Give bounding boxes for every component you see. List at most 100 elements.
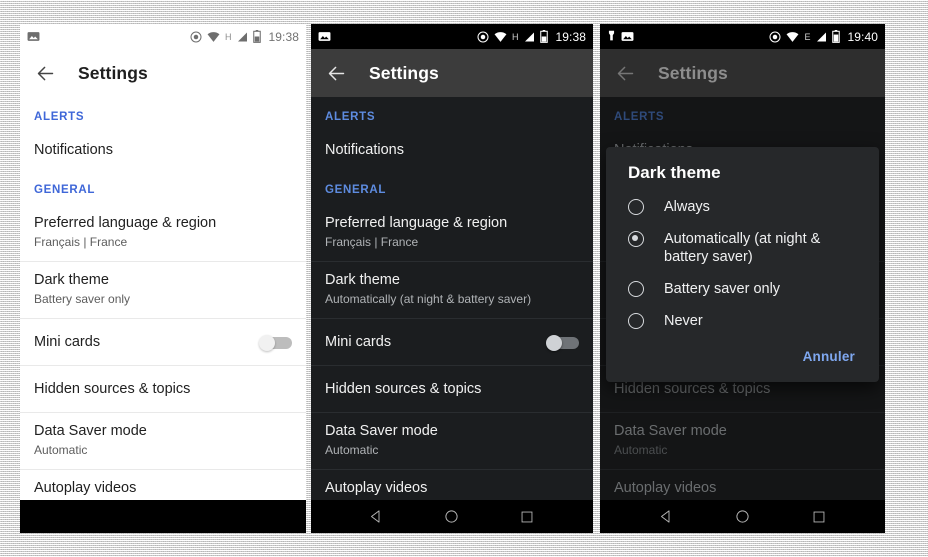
wifi-icon [494,31,507,43]
row-subtitle: Français | France [325,235,419,249]
row-subtitle: Automatically (at night & battery saver) [325,292,532,306]
status-bar-right-icons: H 19:38 [190,30,299,44]
section-header-alerts: ALERTS [34,111,85,123]
radio-icon[interactable] [628,313,644,329]
toggle-thumb [546,334,562,351]
toggle-thumb [259,334,275,351]
row-subtitle: Battery saver only [34,292,131,306]
back-arrow-icon[interactable] [323,60,349,86]
app-bar: Settings [311,49,593,97]
section-header-general: GENERAL [34,184,96,196]
row-title: Autoplay videos [34,480,137,496]
list-item[interactable]: Preferred language & region Français | F… [311,205,593,261]
system-nav-bar [20,500,306,533]
row-title: Hidden sources & topics [325,381,482,397]
list-item[interactable]: Mini cards [311,318,593,365]
nav-home-icon[interactable] [731,506,753,528]
page-title: Settings [658,62,728,83]
target-dot-icon [477,31,489,43]
list-item[interactable]: Hidden sources & topics [311,365,593,412]
target-dot-icon [190,31,202,43]
status-bar-clock: 19:38 [555,29,586,44]
row-title: Hidden sources & topics [614,381,771,397]
row-title: Autoplay videos [325,480,428,496]
phone-screenshot-dark: H 19:38 Settings ALERTS Notifications GE… [311,24,593,533]
signal-bars-icon [523,31,535,43]
row-title: Data Saver mode [614,423,727,439]
list-item[interactable]: Dark theme Battery saver only [20,261,306,318]
system-nav-bar [311,500,593,533]
mini-cards-toggle[interactable] [546,334,579,351]
nav-back-icon[interactable] [366,506,388,528]
mini-cards-toggle[interactable] [259,334,292,351]
page-title: Settings [369,62,439,83]
app-bar: Settings [20,49,306,97]
list-item[interactable]: Notifications [311,132,593,170]
radio-label: Never [664,313,703,329]
list-item[interactable]: Mini cards [20,318,306,365]
radio-icon[interactable] [628,199,644,215]
row-title: Preferred language & region [34,215,217,231]
dark-theme-dialog: Dark theme Always Automatically (at nigh… [606,147,879,382]
row-title: Mini cards [325,334,392,350]
row-title: Dark theme [34,272,109,288]
settings-list: ALERTS Notifications GENERAL Preferred l… [20,97,306,526]
back-arrow-icon[interactable] [32,60,58,86]
back-arrow-icon[interactable] [612,60,638,86]
battery-icon [540,30,549,43]
radio-label: Always [664,199,710,215]
radio-option-automatically[interactable]: Automatically (at night & battery saver) [606,223,879,273]
signal-bars-icon [236,31,248,43]
list-item[interactable]: Data Saver mode Automatic [20,412,306,469]
row-title: Data Saver mode [34,423,147,439]
status-bar-left-icons [607,30,634,43]
section-header-alerts: ALERTS [325,111,376,123]
status-bar-clock: 19:40 [847,29,878,44]
status-bar-right-icons: H 19:38 [477,30,586,44]
nav-recents-icon[interactable] [808,506,830,528]
network-type-label: H [511,31,519,42]
row-title: Preferred language & region [325,215,508,231]
cancel-button[interactable]: Annuler [801,345,857,368]
radio-selected-icon[interactable] [628,231,644,247]
status-bar-left-icons [27,30,40,43]
battery-icon [832,30,841,43]
radio-option-battery-saver-only[interactable]: Battery saver only [606,273,879,305]
nav-home-icon[interactable] [441,506,463,528]
list-item[interactable]: Preferred language & region Français | F… [20,205,306,261]
settings-list: ALERTS Notifications GENERAL Preferred l… [311,97,593,526]
status-bar-right-icons: E 19:40 [769,30,878,44]
image-icon [318,30,331,43]
nav-recents-icon[interactable] [516,506,538,528]
network-type-label: E [804,31,811,42]
list-item[interactable]: Data Saver mode Automatic [600,412,885,469]
status-bar-left-icons [318,30,331,43]
system-nav-bar [600,500,885,533]
app-bar: Settings [600,49,885,97]
status-bar-clock: 19:38 [268,29,299,44]
list-item[interactable]: Notifications [20,132,306,170]
status-bar: H 19:38 [311,24,593,49]
phone-screenshot-light: H 19:38 Settings ALERTS Notifications GE… [20,24,306,533]
radio-option-always[interactable]: Always [606,191,879,223]
section-header-alerts: ALERTS [614,111,665,123]
dialog-actions: Annuler [606,337,879,376]
row-title: Mini cards [34,334,101,350]
radio-option-never[interactable]: Never [606,305,879,337]
radio-icon[interactable] [628,281,644,297]
list-item[interactable]: Data Saver mode Automatic [311,412,593,469]
row-title: Notifications [34,142,113,158]
image-icon [621,30,634,43]
row-title: Autoplay videos [614,480,717,496]
radio-label: Battery saver only [664,281,781,297]
row-subtitle: Français | France [34,235,128,249]
nav-back-icon[interactable] [655,506,677,528]
list-item[interactable]: Hidden sources & topics [20,365,306,412]
network-type-label: H [224,31,232,42]
phone-screenshot-dialog: E 19:40 Settings ALERTS Notifications GE… [600,24,885,533]
row-subtitle: Automatic [34,443,88,457]
battery-icon [253,30,262,43]
list-item[interactable]: Dark theme Automatically (at night & bat… [311,261,593,318]
wifi-icon [207,31,220,43]
page-title: Settings [78,62,148,83]
